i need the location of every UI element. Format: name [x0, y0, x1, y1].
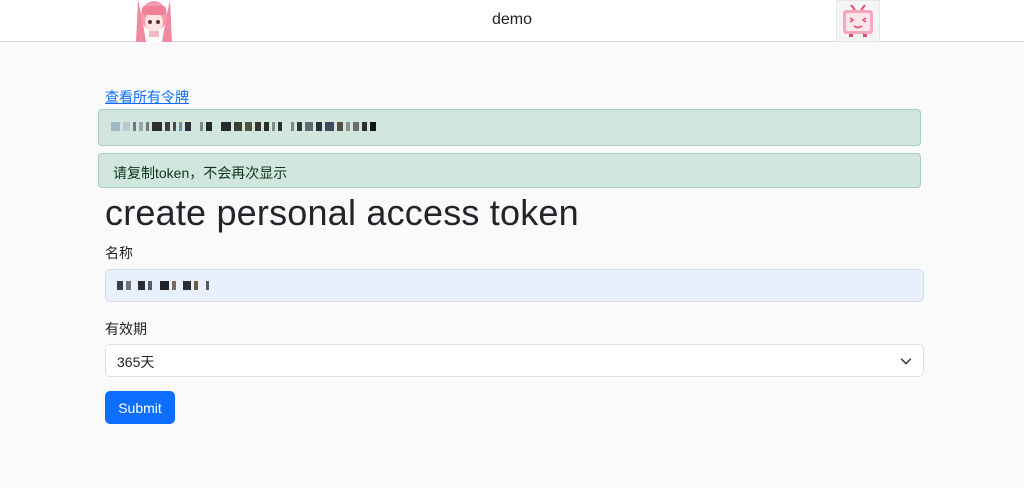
token-value-alert[interactable] [98, 109, 921, 146]
redacted-token-value [111, 122, 376, 131]
token-name-input[interactable] [105, 269, 924, 302]
tv-mascot-avatar-icon[interactable] [836, 0, 880, 42]
name-field-label: 名称 [105, 245, 133, 261]
copy-token-warning-alert: 请复制token，不会再次显示 [98, 153, 921, 188]
chevron-down-icon [900, 358, 912, 365]
expiry-field-label: 有效期 [105, 321, 147, 337]
copy-token-warning-text: 请复制token，不会再次显示 [113, 165, 288, 181]
view-all-tokens-link[interactable]: 查看所有令牌 [105, 87, 189, 107]
top-navbar: demo [0, 0, 1024, 42]
expiry-selected-value: 365天 [117, 354, 155, 370]
page-title: create personal access token [105, 192, 579, 233]
redacted-name-value [117, 281, 209, 290]
submit-button[interactable]: Submit [105, 391, 175, 424]
expiry-select[interactable]: 365天 [105, 344, 924, 377]
